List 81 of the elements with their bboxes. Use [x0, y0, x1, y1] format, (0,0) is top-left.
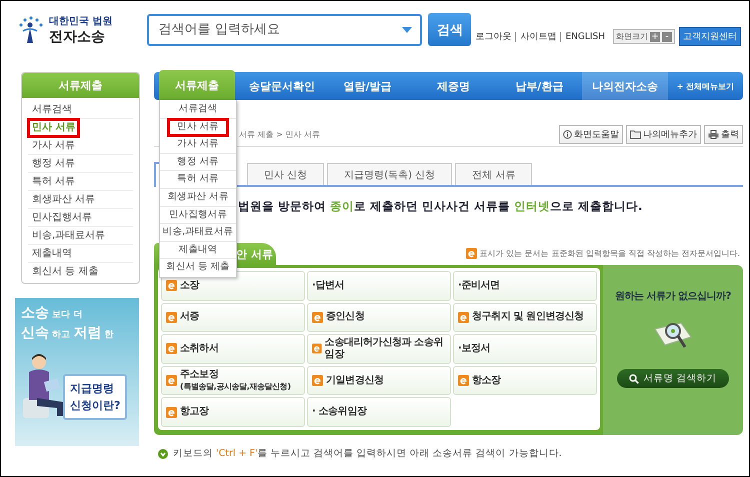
dropdown-item[interactable]: 특허 서류	[160, 171, 236, 189]
folder-icon	[630, 130, 641, 138]
sidebar-item[interactable]: 서류검색	[28, 101, 133, 119]
document-link[interactable]: 항소장	[453, 366, 597, 396]
nav-tab[interactable]: 납부/환급	[496, 72, 582, 100]
info-icon	[563, 130, 572, 138]
dropdown-item[interactable]: 제출내역	[160, 242, 236, 260]
dropdown-item[interactable]: 서류검색	[160, 101, 236, 119]
dropdown-item[interactable]: 비송,과태료서류	[160, 224, 236, 242]
sidebar-item[interactable]: 행정 서류	[28, 155, 133, 173]
document-link[interactable]: 주소보정 (특별송달,공시송달,재송달신청)	[161, 366, 305, 396]
dropdown-item[interactable]: 민사 서류	[168, 118, 228, 136]
sidebar-item[interactable]: 제출내역	[28, 245, 133, 263]
nav-tab[interactable]: 제증명	[410, 72, 496, 100]
dropdown-item[interactable]: 행정 서류	[160, 154, 236, 172]
toolbar-button[interactable]: 화면도움말	[559, 124, 623, 144]
document-link[interactable]: 증인신청	[307, 302, 451, 332]
document-link[interactable]: ·답변서	[307, 271, 451, 301]
form-icon	[166, 312, 177, 323]
dropdown-item[interactable]: 가사 서류	[160, 136, 236, 154]
sidebar-item[interactable]: 비송,과태료서류	[28, 227, 133, 245]
banner-headline: 신속 하고 저렴 한	[21, 324, 114, 343]
search-field[interactable]: 검색어를 입력하세요	[146, 14, 422, 46]
document-link[interactable]: 청구취지 및 원인변경신청	[453, 302, 597, 332]
search-button[interactable]: 검색	[428, 13, 472, 46]
zoom-label: 화면크기	[616, 31, 648, 42]
form-icon	[458, 312, 469, 323]
legend-text: 표시가 있는 문서는 표준화된 입력항목을 직접 작성하는 전자문서입니다.	[480, 248, 740, 259]
zoom-button[interactable]: +	[650, 32, 660, 42]
breadcrumb: 서류 제출 > 민사 서류	[239, 128, 320, 140]
document-search-button[interactable]: 서류명 검색하기	[617, 369, 729, 388]
promo-banner[interactable]: 소송 보다 더 신속 하고 저렴 한 지급명령 신청이란?	[15, 298, 139, 446]
document-link[interactable]: 소송대리허가신청과 소송위임장	[307, 334, 451, 364]
nav-tab[interactable]: 열람/발급	[324, 72, 411, 100]
form-icon	[312, 375, 323, 386]
banner-headline: 소송 보다 더	[21, 304, 84, 323]
tab[interactable]: 지급명령(독촉) 신청	[327, 163, 452, 185]
form-icon	[466, 248, 477, 259]
search-icon	[629, 374, 640, 384]
sidebar-title: 서류제출	[22, 73, 139, 98]
document-link[interactable]: 서증	[161, 302, 305, 332]
printer-icon	[708, 130, 719, 138]
form-icon	[166, 343, 177, 354]
dropdown-arrow-icon[interactable]	[402, 26, 412, 32]
sidebar-item[interactable]: 회신서 등 제출	[28, 263, 133, 280]
dropdown-item[interactable]: 회생파산 서류	[160, 188, 236, 207]
tab[interactable]: 민사 신청	[247, 163, 324, 185]
form-icon	[166, 406, 177, 418]
header-link[interactable]: ENGLISH	[560, 32, 609, 42]
form-icon	[312, 343, 322, 354]
document-link[interactable]: ·보정서	[453, 334, 597, 364]
document-link[interactable]: ·준비서면	[453, 271, 597, 301]
logo-title: 전자소송	[49, 28, 106, 46]
form-icon	[166, 375, 177, 386]
document-link[interactable]: · 소송위임장	[307, 397, 451, 427]
form-icon	[312, 312, 323, 323]
toolbar-button[interactable]: 출력	[704, 124, 743, 144]
document-link[interactable]: 기일변경신청	[307, 366, 451, 396]
form-icon	[458, 375, 469, 386]
logo-subtitle: 대한민국 법원	[49, 14, 112, 28]
form-icon	[166, 280, 177, 292]
sidebar-item[interactable]: 회생파산 서류	[28, 191, 133, 209]
nav-tab[interactable]: 송달문서확인	[239, 72, 325, 100]
sidebar-item[interactable]: 민사집행서류	[28, 209, 133, 227]
all-menu-link[interactable]: + 전체메뉴보기	[668, 72, 743, 100]
document-link[interactable]: 항고장	[161, 397, 305, 427]
tab[interactable]: 전체 서류	[455, 163, 532, 185]
toolbar-button[interactable]: 나의메뉴추가	[626, 124, 701, 144]
intro-text: 법원을 방문하여 종이 로 제출하던 민사사건 서류를 인터넷으로 제출합니다.	[238, 199, 644, 215]
support-button[interactable]: 고객지원센터	[679, 27, 741, 46]
dropdown-item[interactable]: 민사집행서류	[160, 206, 236, 224]
zoom-button[interactable]: -	[662, 32, 672, 42]
banner-callout: 지급명령 신청이란?	[63, 374, 128, 420]
finder-question: 원하는 서류가 없으십니까?	[615, 290, 731, 303]
header-link[interactable]: 로그아웃	[471, 32, 516, 42]
hint-text: 키보드의 'Ctrl + F'를 누르시고 검색어를 입력하시면 아래 소송서류 검색이 가능합니다.	[173, 447, 562, 460]
sidebar-item[interactable]: 특허 서류	[28, 173, 133, 191]
document-link[interactable]: 소취하서	[161, 334, 305, 364]
sidebar-item[interactable]: 가사 서류	[28, 137, 133, 155]
arrow-down-icon	[158, 448, 168, 458]
header-link[interactable]: 사이트맵	[515, 32, 560, 42]
